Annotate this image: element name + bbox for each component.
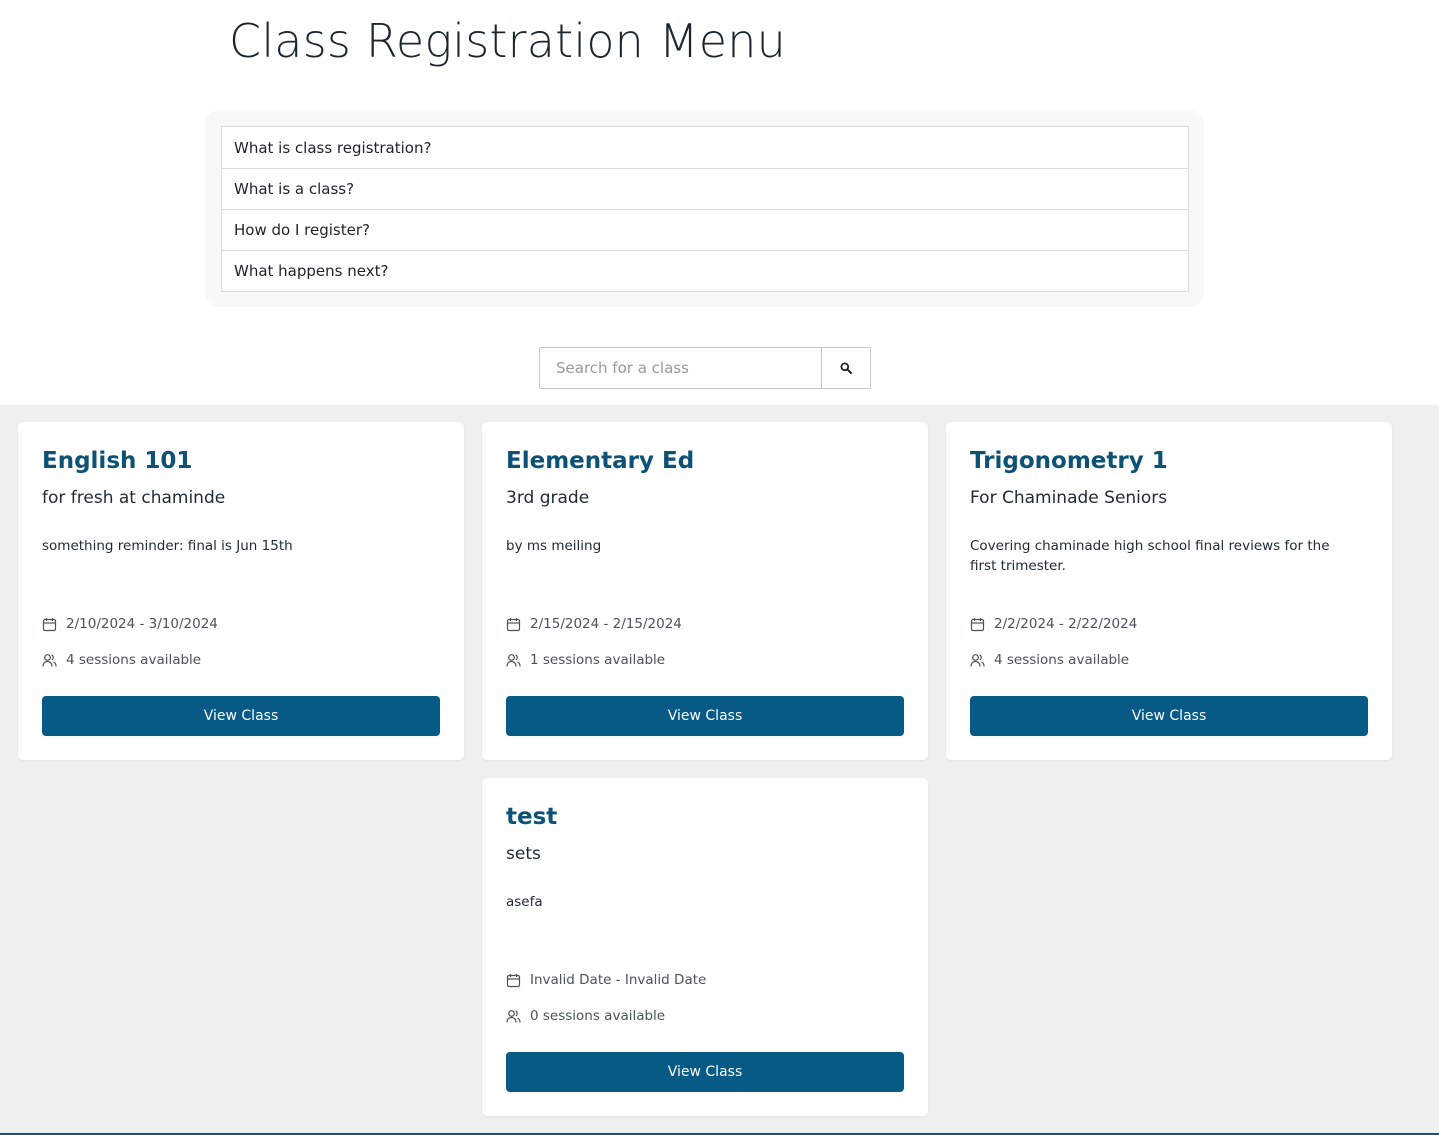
users-icon — [42, 653, 57, 667]
faq-section: What is class registration? What is a cl… — [205, 110, 1204, 307]
class-title: test — [506, 804, 558, 830]
page-title: Class Registration Menu — [229, 14, 786, 68]
class-subtitle: for fresh at chaminde — [42, 488, 226, 508]
search-button[interactable] — [821, 347, 871, 389]
class-subtitle: For Chaminade Seniors — [970, 488, 1168, 508]
class-dates: 2/2/2024 - 2/22/2024 — [970, 616, 1137, 632]
faq-accordion: What is class registration? What is a cl… — [221, 126, 1189, 292]
class-card: English 101 for fresh at chaminde someth… — [18, 422, 464, 760]
class-dates: 2/15/2024 - 2/15/2024 — [506, 616, 682, 632]
users-icon — [506, 653, 521, 667]
search-icon — [840, 362, 852, 374]
class-dates-text: 2/15/2024 - 2/15/2024 — [530, 616, 682, 632]
class-dates: Invalid Date - Invalid Date — [506, 972, 706, 988]
class-dates-text: 2/10/2024 - 3/10/2024 — [66, 616, 218, 632]
users-icon — [970, 653, 985, 667]
class-sessions: 0 sessions available — [506, 1008, 665, 1024]
faq-item-what-is-registration[interactable]: What is class registration? — [222, 127, 1188, 168]
faq-item-how-register[interactable]: How do I register? — [222, 209, 1188, 250]
class-description: asefa — [506, 894, 543, 910]
class-list: English 101 for fresh at chaminde someth… — [0, 405, 1439, 1135]
class-card: test sets asefa Invalid Date - Invalid D… — [482, 778, 928, 1116]
class-dates-text: 2/2/2024 - 2/22/2024 — [994, 616, 1138, 632]
faq-item-what-next[interactable]: What happens next? — [222, 250, 1188, 291]
search-input[interactable] — [539, 347, 821, 389]
class-sessions: 1 sessions available — [506, 652, 665, 668]
class-description: something reminder: final is Jun 15th — [42, 538, 293, 554]
class-sessions: 4 sessions available — [42, 652, 201, 668]
class-sessions-text: 1 sessions available — [530, 652, 666, 668]
class-sessions: 4 sessions available — [970, 652, 1129, 668]
class-card: Elementary Ed 3rd grade by ms meiling 2/… — [482, 422, 928, 760]
class-sessions-text: 0 sessions available — [530, 1008, 666, 1024]
class-subtitle: sets — [506, 844, 541, 864]
users-icon — [506, 1009, 521, 1023]
class-description: by ms meiling — [506, 538, 602, 554]
faq-item-what-is-class[interactable]: What is a class? — [222, 168, 1188, 209]
view-class-button[interactable]: View Class — [506, 1052, 904, 1092]
calendar-icon — [506, 617, 521, 631]
class-dates-text: Invalid Date - Invalid Date — [530, 972, 707, 988]
class-subtitle: 3rd grade — [506, 488, 590, 508]
class-description: Covering chaminade high school final rev… — [970, 538, 1330, 574]
search-bar — [539, 347, 871, 389]
class-title: English 101 — [42, 448, 193, 474]
class-sessions-text: 4 sessions available — [66, 652, 202, 668]
calendar-icon — [970, 617, 985, 631]
class-sessions-text: 4 sessions available — [994, 652, 1130, 668]
class-card: Trigonometry 1 For Chaminade Seniors Cov… — [946, 422, 1392, 760]
view-class-button[interactable]: View Class — [970, 696, 1368, 736]
view-class-button[interactable]: View Class — [42, 696, 440, 736]
class-title: Elementary Ed — [506, 448, 695, 474]
class-dates: 2/10/2024 - 3/10/2024 — [42, 616, 218, 632]
calendar-icon — [506, 973, 521, 987]
calendar-icon — [42, 617, 57, 631]
class-title: Trigonometry 1 — [970, 448, 1168, 474]
view-class-button[interactable]: View Class — [506, 696, 904, 736]
